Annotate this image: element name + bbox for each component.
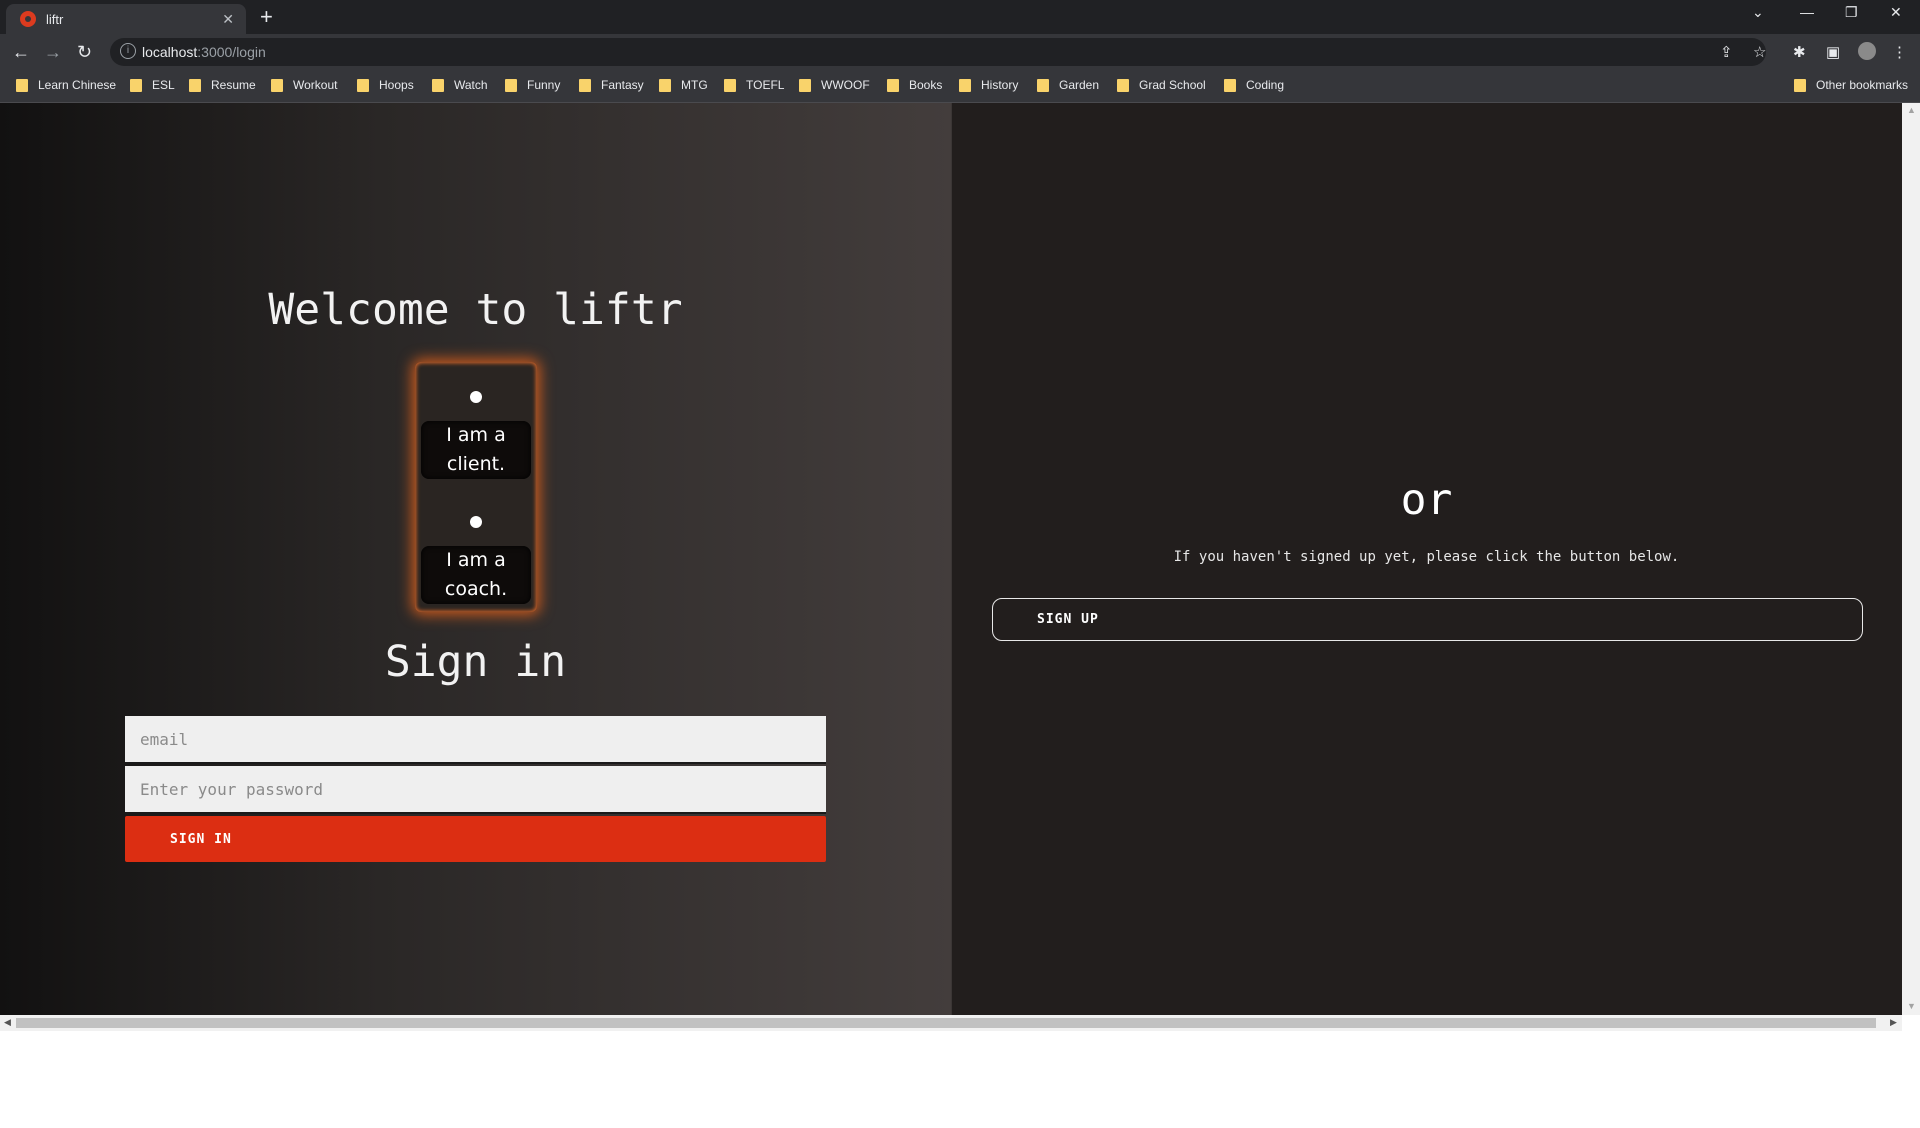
browser-tabbar: liftr ✕ + ⌄ — ❐ ✕ bbox=[0, 0, 1920, 34]
signup-button[interactable]: SIGN UP bbox=[992, 598, 1863, 641]
tab-title: liftr bbox=[46, 11, 64, 27]
folder-icon bbox=[432, 78, 444, 92]
bookmark-folder[interactable]: History bbox=[959, 78, 1018, 92]
folder-icon bbox=[189, 78, 201, 92]
address-bar[interactable]: i localhost:3000/login bbox=[110, 38, 1766, 66]
bookmark-folder[interactable]: Workout bbox=[271, 78, 337, 92]
folder-icon bbox=[724, 78, 736, 92]
folder-icon bbox=[1224, 78, 1236, 92]
or-divider-text: or bbox=[1400, 475, 1453, 525]
bookmark-folder[interactable]: TOEFL bbox=[724, 78, 784, 92]
bookmark-folder[interactable]: Hoops bbox=[357, 78, 414, 92]
email-field[interactable] bbox=[125, 716, 826, 764]
vertical-scrollbar[interactable]: ▲ ▼ bbox=[1902, 103, 1920, 1015]
bookmark-folder[interactable]: ESL bbox=[130, 78, 175, 92]
tab-search-icon[interactable]: ⌄ bbox=[1752, 4, 1764, 21]
folder-icon bbox=[799, 78, 811, 92]
scroll-down-icon[interactable]: ▼ bbox=[1907, 1001, 1916, 1011]
browser-toolbar: ← → ↻ i localhost:3000/login ⇪ ☆ ✱ ▣ ⋮ bbox=[0, 34, 1920, 70]
coach-radio[interactable] bbox=[470, 516, 482, 528]
share-icon[interactable]: ⇪ bbox=[1720, 43, 1733, 61]
minimize-icon[interactable]: — bbox=[1800, 4, 1814, 20]
folder-icon bbox=[959, 78, 971, 92]
bookmark-folder[interactable]: Fantasy bbox=[579, 78, 644, 92]
signup-hint: If you haven't signed up yet, please cli… bbox=[1173, 549, 1680, 565]
bookmark-folder[interactable]: Coding bbox=[1224, 78, 1284, 92]
folder-icon bbox=[357, 78, 369, 92]
scrollbar-thumb[interactable] bbox=[16, 1018, 1876, 1028]
bookmark-folder[interactable]: WWOOF bbox=[799, 78, 870, 92]
close-window-icon[interactable]: ✕ bbox=[1890, 4, 1902, 21]
bookmark-folder[interactable]: Grad School bbox=[1117, 78, 1206, 92]
favicon-icon bbox=[20, 11, 36, 27]
folder-icon bbox=[887, 78, 899, 92]
close-tab-icon[interactable]: ✕ bbox=[222, 11, 234, 28]
forward-icon[interactable]: → bbox=[44, 42, 62, 63]
menu-icon[interactable]: ⋮ bbox=[1892, 43, 1907, 61]
extensions-icon[interactable]: ✱ bbox=[1793, 43, 1806, 61]
folder-icon bbox=[271, 78, 283, 92]
site-info-icon[interactable]: i bbox=[120, 43, 136, 59]
scroll-left-icon[interactable]: ◀ bbox=[4, 1017, 11, 1028]
bookmark-folder[interactable]: Learn Chinese bbox=[16, 78, 116, 92]
password-field[interactable] bbox=[125, 766, 826, 814]
bookmark-folder[interactable]: Garden bbox=[1037, 78, 1099, 92]
folder-icon bbox=[579, 78, 591, 92]
client-role-label[interactable]: I am a client. bbox=[421, 421, 531, 479]
url-text: localhost:3000/login bbox=[142, 44, 266, 60]
signin-button[interactable]: SIGN IN bbox=[125, 816, 826, 862]
browser-tab[interactable]: liftr ✕ bbox=[6, 4, 246, 34]
new-tab-icon[interactable]: + bbox=[260, 6, 273, 28]
horizontal-scrollbar[interactable]: ◀ ▶ bbox=[0, 1015, 1902, 1031]
folder-icon bbox=[1037, 78, 1049, 92]
signin-heading: Sign in bbox=[384, 637, 567, 687]
bookmark-folder[interactable]: Funny bbox=[505, 78, 560, 92]
restore-icon[interactable]: ❐ bbox=[1845, 4, 1858, 21]
coach-role-label[interactable]: I am a coach. bbox=[421, 546, 531, 604]
side-panel-icon[interactable]: ▣ bbox=[1826, 43, 1840, 61]
bookmark-folder[interactable]: Watch bbox=[432, 78, 488, 92]
scroll-up-icon[interactable]: ▲ bbox=[1907, 105, 1916, 115]
scroll-right-icon[interactable]: ▶ bbox=[1890, 1017, 1897, 1028]
other-bookmarks[interactable]: Other bookmarks bbox=[1794, 78, 1908, 92]
client-radio[interactable] bbox=[470, 391, 482, 403]
folder-icon bbox=[1117, 78, 1129, 92]
login-panel: Welcome to liftr I am a client. I am a c… bbox=[0, 103, 951, 1015]
folder-icon bbox=[659, 78, 671, 92]
bookmark-star-icon[interactable]: ☆ bbox=[1753, 43, 1766, 61]
folder-icon bbox=[130, 78, 142, 92]
role-selector: I am a client. I am a coach. bbox=[415, 362, 537, 612]
folder-icon bbox=[1794, 78, 1806, 92]
bookmark-folder[interactable]: Books bbox=[887, 78, 942, 92]
bookmarks-bar: Learn Chinese ESL Resume Workout Hoops W… bbox=[0, 70, 1920, 103]
folder-icon bbox=[505, 78, 517, 92]
reload-icon[interactable]: ↻ bbox=[77, 42, 92, 63]
welcome-heading: Welcome to liftr bbox=[268, 285, 683, 335]
profile-avatar[interactable] bbox=[1858, 42, 1876, 60]
bookmark-folder[interactable]: Resume bbox=[189, 78, 256, 92]
folder-icon bbox=[16, 78, 28, 92]
bookmark-folder[interactable]: MTG bbox=[659, 78, 708, 92]
back-icon[interactable]: ← bbox=[12, 42, 30, 63]
